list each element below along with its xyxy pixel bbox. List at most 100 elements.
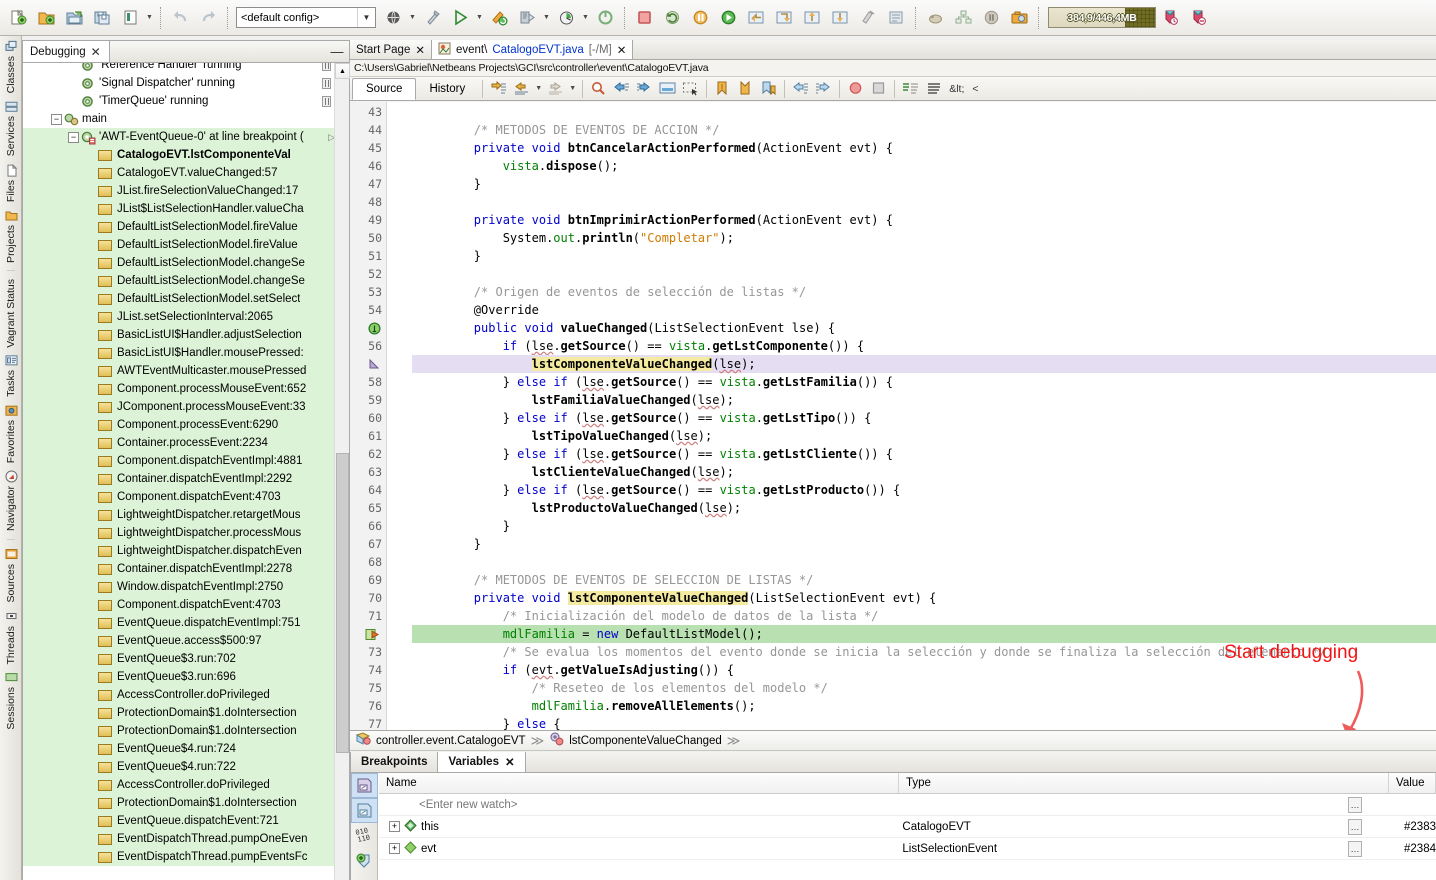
code-line[interactable]: } [412, 247, 1436, 265]
tree-expander[interactable]: − [68, 131, 79, 143]
profiler-pause-icon[interactable] [978, 5, 1004, 31]
call-stack-frame[interactable]: EventDispatchThread.pumpOneEven [23, 830, 349, 848]
open-recent-icon[interactable] [117, 5, 143, 31]
code-line[interactable]: } else { [412, 715, 1436, 730]
code-text[interactable]: /* METODOS DE EVENTOS DE ACCION */ priva… [412, 102, 1436, 730]
expand-value-button[interactable]: … [1348, 818, 1362, 835]
call-stack-frame[interactable]: ProtectionDomain$1.doIntersection [23, 722, 349, 740]
call-stack-frame[interactable]: DefaultListSelectionModel.changeSe [23, 254, 349, 272]
code-line[interactable]: @Override [412, 301, 1436, 319]
current-thread-row[interactable]: − 'AWT-EventQueue-0' at line breakpoint (… [23, 128, 349, 146]
call-stack-frame[interactable]: Container.processEvent:2234 [23, 434, 349, 452]
sidebar-tab-favorites[interactable]: Favorites [4, 400, 18, 466]
call-stack-frame[interactable]: Component.dispatchEventImpl:4881 [23, 452, 349, 470]
call-stack-frame[interactable]: Component.dispatchEvent:4703 [23, 488, 349, 506]
create-watch-icon[interactable] [351, 798, 378, 823]
sidebar-tab-files[interactable]: Files [4, 160, 18, 205]
call-stack-frame[interactable]: LightweightDispatcher.processMous [23, 524, 349, 542]
shift-right-icon[interactable] [812, 78, 835, 100]
code-line[interactable] [412, 265, 1436, 283]
call-stack-frame[interactable]: EventQueue.dispatchEvent:721 [23, 812, 349, 830]
call-stack-frame[interactable]: EventQueue.access$500:97 [23, 632, 349, 650]
call-stack-frame[interactable]: Component.processMouseEvent:652 [23, 380, 349, 398]
forward-icon[interactable] [544, 78, 567, 100]
team-power-icon[interactable] [592, 5, 618, 31]
step-over-icon[interactable] [743, 5, 769, 31]
code-editor[interactable]: 43 44 45 46 47 48 49 50 51 52 53 54 56 58 59 60 61 62 63 64… [350, 102, 1436, 730]
sidebar-tab-services[interactable]: Services [4, 96, 18, 159]
step-into-icon[interactable] [771, 5, 797, 31]
code-line[interactable]: if (lse.getSource() == vista.getLstCompo… [412, 337, 1436, 355]
scrollbar-thumb[interactable] [336, 453, 349, 753]
code-line[interactable]: lstClienteValueChanged(lse); [412, 463, 1436, 481]
thread-row[interactable]: 'Reference Handler' running [23, 63, 349, 74]
run-caret-icon[interactable]: ▼ [474, 5, 485, 31]
breadcrumb-method[interactable]: lstComponenteValueChanged [549, 732, 722, 749]
run-project-icon[interactable] [447, 5, 473, 31]
toggle-bookmark-icon[interactable] [757, 78, 780, 100]
code-fold-gutter[interactable]: −−−− [388, 102, 444, 730]
call-stack-frame[interactable]: DefaultListSelectionModel.fireValue [23, 236, 349, 254]
step-out-icon[interactable] [799, 5, 825, 31]
call-stack-frame[interactable]: JComponent.processMouseEvent:33 [23, 398, 349, 416]
code-line[interactable] [412, 553, 1436, 571]
call-stack-frame[interactable]: AccessController.doPrivileged [23, 776, 349, 794]
tab-start-page[interactable]: Start Page ✕ [350, 40, 432, 59]
tab-breakpoints[interactable]: Breakpoints [351, 752, 439, 772]
close-icon[interactable]: ✕ [91, 45, 101, 59]
create-variable-icon[interactable] [351, 773, 378, 798]
sidebar-tab-sessions[interactable]: Sessions [4, 667, 18, 733]
call-stack-frame[interactable]: EventQueue$4.run:724 [23, 740, 349, 758]
code-line[interactable] [412, 193, 1436, 211]
open-recent-caret-icon[interactable]: ▼ [144, 5, 155, 31]
code-line[interactable]: } [412, 175, 1436, 193]
variable-expander[interactable]: + [389, 843, 400, 854]
call-stack-frame[interactable]: Container.dispatchEventImpl:2292 [23, 470, 349, 488]
call-stack-frame[interactable]: Component.dispatchEvent:4703 [23, 596, 349, 614]
code-line[interactable]: } [412, 517, 1436, 535]
main-project-caret-icon[interactable]: ▼ [407, 5, 418, 31]
open-project-icon[interactable] [61, 5, 87, 31]
sidebar-tab-navigator[interactable]: Navigator [4, 466, 18, 534]
debugging-scrollbar[interactable]: ▲ [334, 63, 350, 880]
variable-expander[interactable]: + [389, 821, 400, 832]
code-line[interactable]: } [412, 535, 1436, 553]
debug-project-icon[interactable] [514, 5, 540, 31]
code-line[interactable]: /* Reseteo de los elementos del modelo *… [412, 679, 1436, 697]
gc-icon[interactable] [922, 5, 948, 31]
code-line[interactable]: private void lstComponenteValueChanged(L… [412, 589, 1436, 607]
uncomment-icon[interactable] [922, 78, 945, 100]
shift-left-icon[interactable] [789, 78, 812, 100]
apply-code-changes-icon[interactable] [855, 5, 881, 31]
call-stack-frame[interactable]: ProtectionDomain$1.doIntersection [23, 794, 349, 812]
minimize-icon[interactable]: — [329, 41, 345, 62]
call-stack-frame[interactable]: DefaultListSelectionModel.fireValue [23, 218, 349, 236]
back-caret-icon[interactable]: ▼ [533, 76, 544, 102]
code-line[interactable]: } else if (lse.getSource() == vista.getL… [412, 409, 1436, 427]
call-stack-frame[interactable]: EventQueue$3.run:696 [23, 668, 349, 686]
call-stack-frame[interactable]: JList.fireSelectionValueChanged:17 [23, 182, 349, 200]
previous-bookmark-icon[interactable] [711, 78, 734, 100]
sidebar-tab-classes[interactable]: Classes [4, 36, 18, 96]
call-stack-frame[interactable]: AccessController.doPrivileged [23, 686, 349, 704]
call-stack-frame[interactable]: BasicListUI$Handler.adjustSelection [23, 326, 349, 344]
stop-debug-icon[interactable] [631, 5, 657, 31]
breadcrumb-class[interactable]: controller.event.CatalogoEVT [355, 732, 526, 749]
code-line[interactable]: lstComponenteValueChanged(lse); [412, 355, 1436, 373]
toggle-highlight-icon[interactable] [656, 78, 679, 100]
code-line[interactable]: /* Origen de eventos de selección de lis… [412, 283, 1436, 301]
pause-debug-icon[interactable] [687, 5, 713, 31]
set-main-project-icon[interactable] [380, 5, 406, 31]
toggle-rect-selection-icon[interactable] [679, 78, 702, 100]
thread-group-row[interactable]: − main [23, 110, 349, 128]
call-stack-frame[interactable]: AWTEventMulticaster.mousePressed [23, 362, 349, 380]
find-previous-icon[interactable] [610, 78, 633, 100]
forward-caret-icon[interactable]: ▼ [567, 76, 578, 102]
code-line[interactable]: vista.dispose(); [412, 157, 1436, 175]
call-stack-frame[interactable]: LightweightDispatcher.retargetMous [23, 506, 349, 524]
column-header-name[interactable]: Name [379, 773, 899, 793]
run-to-cursor-icon[interactable] [827, 5, 853, 31]
new-watch-row[interactable]: <Enter new watch>… [379, 794, 1436, 816]
sidebar-tab-tasks[interactable]: Tasks [4, 350, 18, 400]
call-stack-frame[interactable]: DefaultListSelectionModel.changeSe [23, 272, 349, 290]
